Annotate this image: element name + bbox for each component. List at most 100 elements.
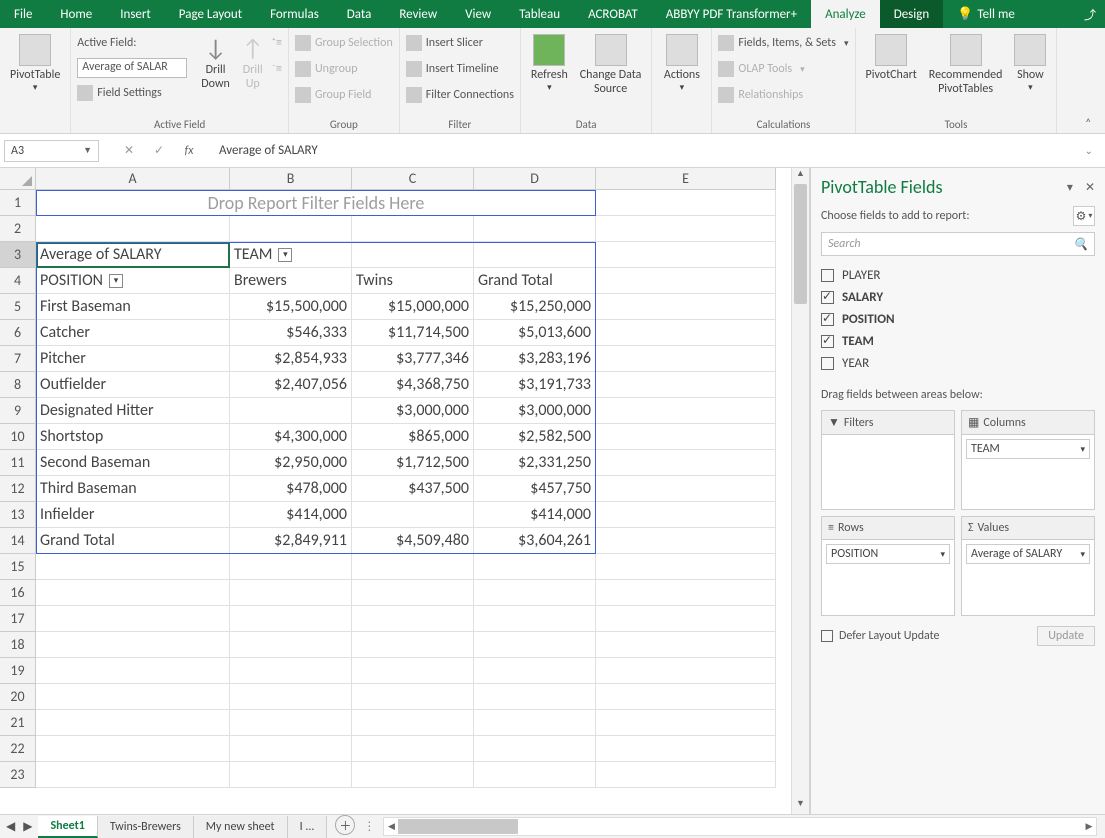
cell[interactable] [596,320,776,346]
tab-formulas[interactable]: Formulas [256,0,333,28]
cell[interactable]: $478,000 [230,476,352,502]
team-filter-button[interactable]: ▾ [278,248,292,262]
share-button[interactable]: ⤴ [1075,0,1105,28]
row-header-21[interactable]: 21 [0,710,36,736]
cell[interactable] [36,606,230,632]
scroll-right-icon[interactable]: ▶ [1082,818,1096,835]
horizontal-scrollbar[interactable]: ◀ ▶ [383,817,1097,836]
cell[interactable]: Twins [352,268,474,294]
cell[interactable]: Third Baseman [36,476,230,502]
row-header-20[interactable]: 20 [0,684,36,710]
cell[interactable] [474,632,596,658]
insert-slicer-button[interactable]: Insert Slicer [406,32,514,54]
cell[interactable]: $11,714,500 [352,320,474,346]
row-header-14[interactable]: 14 [0,528,36,554]
select-all-corner[interactable] [0,168,36,190]
cell[interactable] [230,632,352,658]
cell[interactable] [36,736,230,762]
fx-button[interactable]: fx [179,144,199,158]
row-header-2[interactable]: 2 [0,216,36,242]
cell[interactable]: First Baseman [36,294,230,320]
cell[interactable] [352,606,474,632]
cell[interactable] [596,242,776,268]
tab-data[interactable]: Data [333,0,386,28]
row-header-3[interactable]: 3 [0,242,36,268]
cell[interactable]: $2,849,911 [230,528,352,554]
field-item-position[interactable]: POSITION [821,308,1095,330]
cell[interactable] [352,216,474,242]
cell[interactable] [596,424,776,450]
cell[interactable] [352,684,474,710]
cell[interactable] [352,762,474,788]
collapse-ribbon-button[interactable]: ˄ [1085,117,1099,131]
cell[interactable] [596,528,776,554]
cell[interactable] [596,450,776,476]
cell[interactable]: Pitcher [36,346,230,372]
cell[interactable] [230,216,352,242]
cell[interactable] [352,710,474,736]
cell[interactable]: $15,250,000 [474,294,596,320]
cell[interactable] [36,762,230,788]
sheet-tab-2[interactable]: My new sheet [194,816,288,838]
cell[interactable]: Average of SALARY [36,242,230,268]
cell[interactable]: $4,509,480 [352,528,474,554]
tab-page-layout[interactable]: Page Layout [165,0,256,28]
field-item-player[interactable]: PLAYER [821,264,1095,286]
active-field-input[interactable]: Average of SALAR [77,58,187,78]
position-filter-button[interactable]: ▾ [109,274,123,288]
row-header-18[interactable]: 18 [0,632,36,658]
row-header-22[interactable]: 22 [0,736,36,762]
filter-connections-button[interactable]: Filter Connections [406,84,514,106]
cell[interactable]: $2,582,500 [474,424,596,450]
cell[interactable] [596,476,776,502]
cell[interactable]: $414,000 [230,502,352,528]
cell[interactable] [36,216,230,242]
field-item-year[interactable]: YEAR [821,352,1095,374]
cell[interactable] [596,216,776,242]
row-header-16[interactable]: 16 [0,580,36,606]
cancel-formula-button[interactable]: ✕ [119,143,139,158]
vertical-scrollbar[interactable]: ▲ ▼ [791,168,809,814]
cell[interactable]: $2,407,056 [230,372,352,398]
cell[interactable]: Grand Total [474,268,596,294]
cell[interactable] [596,554,776,580]
field-settings-button[interactable]: Field Settings [77,82,187,104]
insert-timeline-button[interactable]: Insert Timeline [406,58,514,80]
cell[interactable]: $3,283,196 [474,346,596,372]
cell[interactable] [474,736,596,762]
sheet-tab-0[interactable]: Sheet1 [38,816,97,838]
cell[interactable] [36,684,230,710]
cell[interactable]: $2,854,933 [230,346,352,372]
accept-formula-button[interactable]: ✓ [149,143,169,158]
cell[interactable] [596,762,776,788]
fields-items-sets-button[interactable]: Fields, Items, & Sets▾ [718,32,848,54]
row-header-15[interactable]: 15 [0,554,36,580]
cell[interactable] [596,632,776,658]
cell[interactable] [352,554,474,580]
cell[interactable] [596,346,776,372]
cell[interactable] [352,502,474,528]
row-header-7[interactable]: 7 [0,346,36,372]
cell[interactable] [230,554,352,580]
cell[interactable] [230,684,352,710]
cell[interactable]: Designated Hitter [36,398,230,424]
row-header-13[interactable]: 13 [0,502,36,528]
cell[interactable] [474,658,596,684]
cell[interactable]: $4,368,750 [352,372,474,398]
cell[interactable] [596,502,776,528]
scroll-down-icon[interactable]: ▼ [792,798,809,814]
cell[interactable]: $15,000,000 [352,294,474,320]
cell[interactable] [474,216,596,242]
sheet-tab-1[interactable]: Twins-Brewers [98,816,194,838]
row-header-23[interactable]: 23 [0,762,36,788]
field-item-team[interactable]: TEAM [821,330,1095,352]
cell[interactable] [596,710,776,736]
cell[interactable]: $546,333 [230,320,352,346]
tab-home[interactable]: Home [46,0,106,28]
cell[interactable]: Brewers [230,268,352,294]
cell[interactable]: $437,500 [352,476,474,502]
show-button[interactable]: Show ▾ [1010,32,1050,95]
cell[interactable]: $414,000 [474,502,596,528]
cell[interactable]: $457,750 [474,476,596,502]
cell[interactable]: $3,191,733 [474,372,596,398]
